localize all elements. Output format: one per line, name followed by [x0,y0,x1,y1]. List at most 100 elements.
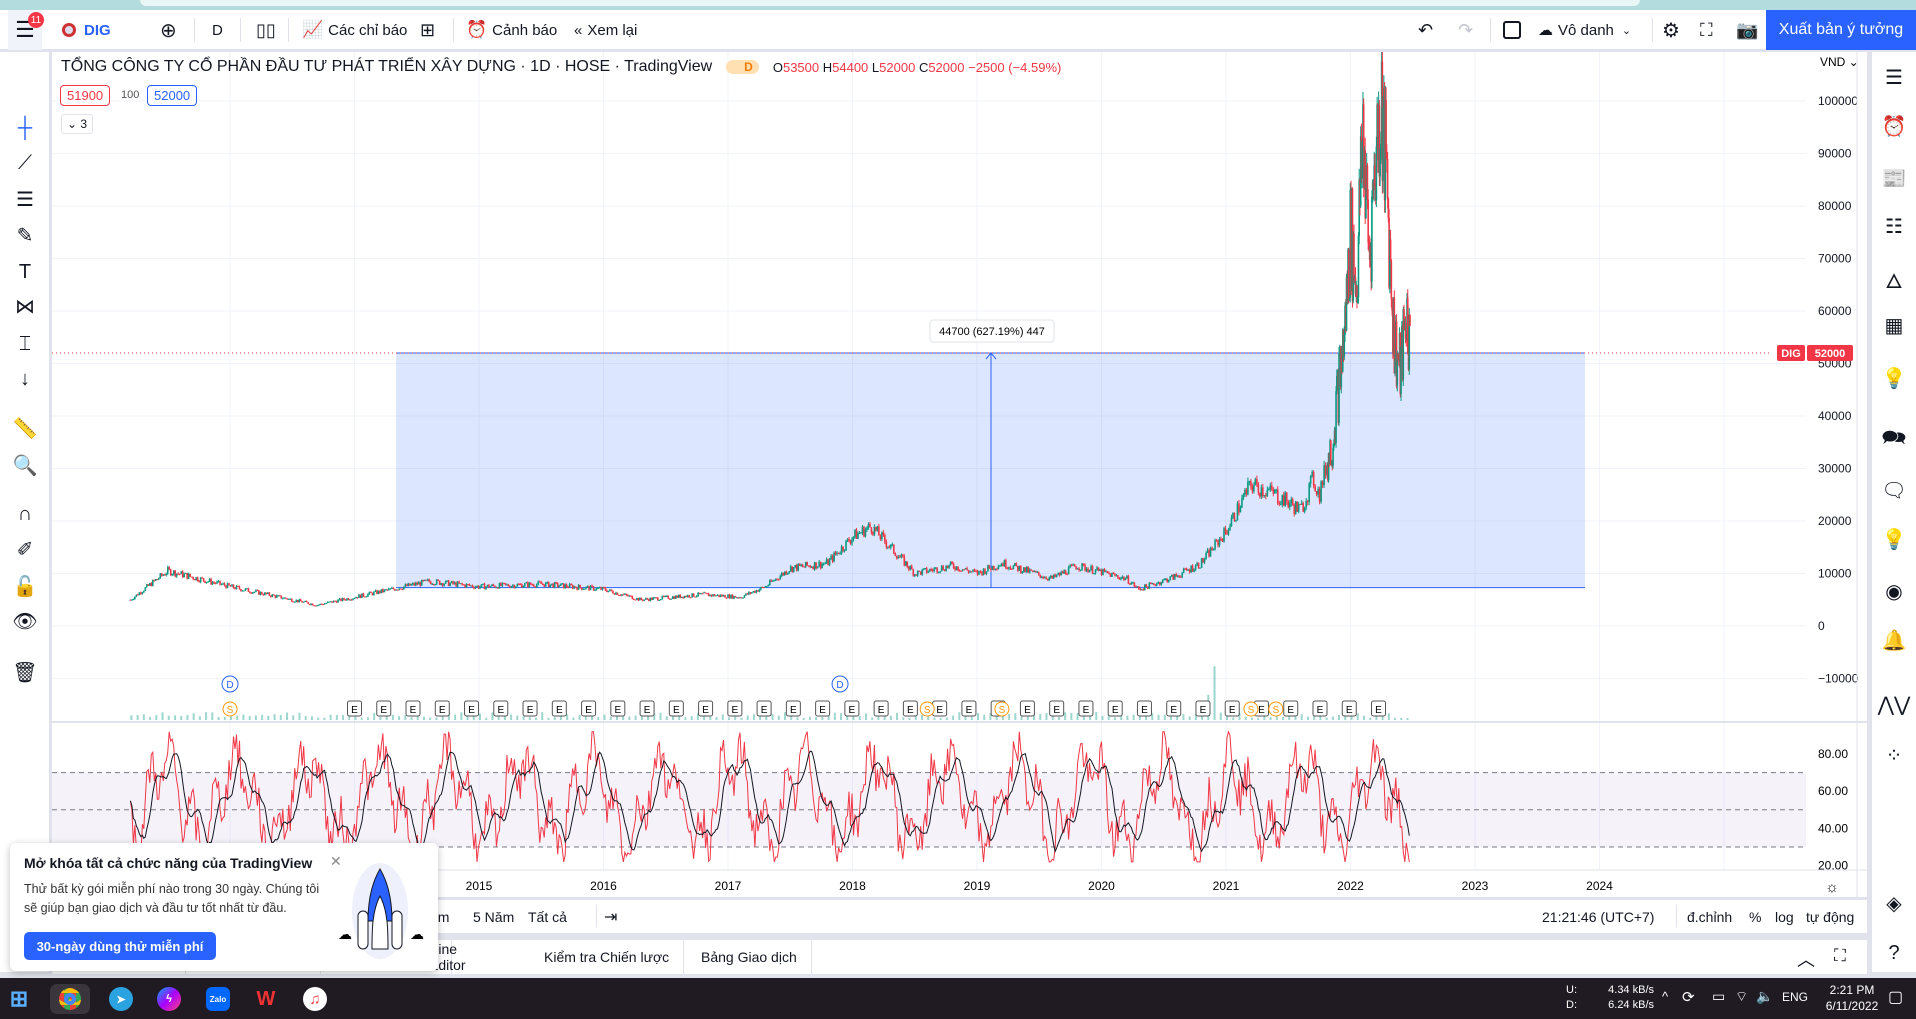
tray-overflow-button[interactable]: ^ [1662,989,1668,1004]
symbol-search[interactable]: DIG [62,10,111,50]
maximize-panel-button[interactable]: ⛶ [1834,946,1846,966]
interval-button[interactable]: D [212,10,223,50]
candle [286,598,289,600]
indicators-button[interactable]: 📈 Các chỉ báo [302,10,407,50]
sync-tray-icon[interactable]: ⟳ [1682,988,1695,1006]
calendar-button[interactable]: ▦ [1879,310,1909,340]
candle [295,599,298,602]
dom-button[interactable]: ⁘ [1879,740,1909,770]
chats-button[interactable]: 🗪 [1879,425,1909,455]
candle [562,583,565,589]
chrome-taskbar-button[interactable] [50,984,90,1014]
close-popup-button[interactable]: ✕ [330,853,342,870]
visibility-tool[interactable]: 👁 [10,607,40,635]
stay-drawing-tool[interactable]: ✐ [10,535,40,563]
trendline-tool[interactable]: ⟋ [10,149,40,177]
replay-button[interactable]: «Xem lại [574,10,637,50]
pattern-tool[interactable]: ⋈ [10,292,40,320]
candle [988,565,991,569]
messages-button[interactable]: 🗨 [1879,475,1909,505]
compare-button[interactable]: ⊕ [160,10,177,50]
adjust-toggle[interactable]: đ.chỉnh [1687,909,1732,925]
hotlists-button[interactable]: 🜂 [1879,264,1909,294]
zoom-tool[interactable]: 🔍 [10,451,40,479]
clock[interactable]: 21:21:46 (UTC+7) [1542,909,1654,925]
log-toggle[interactable]: log [1775,909,1794,925]
range-all-button[interactable]: Tất cả [528,909,567,925]
fullscreen-button[interactable]: ⛶ [1700,10,1713,50]
measure-tool[interactable]: ⌶ [10,330,40,358]
brush-tool[interactable]: ✎ [10,221,40,249]
help-button[interactable]: ? [1879,938,1909,968]
percent-toggle[interactable]: % [1749,909,1761,925]
browser-tab[interactable] [140,0,1640,6]
layers-button[interactable]: ◈ [1879,888,1909,918]
lock-tool[interactable]: 🔓 [10,572,40,600]
notifications-button[interactable]: 🔔 [1879,625,1909,655]
market-status-badge[interactable]: D [726,60,759,74]
language-indicator[interactable]: ENG [1782,990,1808,1004]
layout-button[interactable] [1503,10,1521,50]
indicators-collapse-button[interactable]: ⌄ 3 [61,114,94,134]
itunes-taskbar-button[interactable]: ♫ [300,984,330,1014]
calendar-icon: ▦ [1884,314,1904,337]
alerts-button[interactable]: ⏰ Cảnh báo [466,10,557,50]
undo-button[interactable]: ↶ [1418,10,1433,50]
volume-icon[interactable]: 🔈 [1756,988,1773,1005]
candle [1155,583,1158,586]
templates-button[interactable]: ⊞ [420,10,435,50]
candle [1233,513,1236,521]
crosshair-tool[interactable]: ┼ [10,114,40,142]
messenger-taskbar-button[interactable]: ϟ [154,984,184,1014]
arrow-tool[interactable]: ↓ [10,365,40,393]
magnet-tool[interactable]: ∩ [10,500,40,528]
order-panel-button[interactable]: ⋀⋁ [1878,689,1911,719]
settings-button[interactable]: ⚙ [1662,10,1680,50]
buy-button[interactable]: 52000 [147,85,198,106]
alerts-panel-button[interactable]: ⏰ [1879,111,1909,141]
volume-bar [784,712,787,720]
publish-idea-button[interactable]: Xuất bản ý tưởng [1766,10,1916,50]
ideas-button[interactable]: 💡 [1879,363,1909,393]
ruler-tool[interactable]: 📏 [10,414,40,442]
telegram-taskbar-button[interactable]: ➤ [106,984,136,1014]
tab-strategy-tester[interactable]: Kiểm tra Chiến lược [530,940,685,974]
news-button[interactable]: 📰 [1879,163,1909,193]
candle [948,564,950,568]
sell-button[interactable]: 51900 [60,85,111,106]
candle [186,573,188,579]
auto-toggle[interactable]: tự động [1806,909,1854,925]
pencil-lock-icon: ✐ [16,538,34,561]
tab-trading-panel[interactable]: Bảng Giao dịch [687,940,812,974]
candle [854,529,856,537]
text-tool[interactable]: T [10,258,40,286]
snapshot-button[interactable]: 📷 [1736,10,1758,50]
candle [636,598,638,600]
expand-panel-button[interactable]: ︿ [1797,946,1815,972]
fib-tool[interactable]: ☰ [10,185,40,213]
notification-center-button[interactable]: ▢ [1888,987,1903,1007]
ideas-stream-button[interactable]: 💡 [1879,524,1909,554]
candle [556,582,559,587]
candle [350,599,353,601]
wifi-icon[interactable]: ⌔ [1735,988,1748,1006]
layout-name-dropdown[interactable]: ☁ Vô danh ⌄ [1538,10,1631,50]
streams-button[interactable]: ◉ [1879,576,1909,606]
clock-tray[interactable]: 2:21 PM 6/11/2022 [1822,982,1882,1014]
candle [267,592,269,594]
chart-svg[interactable]: VND ⌄10000090000800007000060000500004000… [52,47,1867,897]
redo-button[interactable]: ↷ [1458,10,1473,50]
watchlist-button[interactable]: ☰ [1879,62,1909,92]
start-button[interactable]: ⊞ [4,984,34,1014]
candle [241,590,244,592]
goto-date-button[interactable]: ⇥ [604,907,617,927]
chart-type-button[interactable]: ▯▯ [256,10,276,50]
battery-icon[interactable]: ▭ [1712,988,1725,1005]
chart-area[interactable]: VND ⌄ 100000 90000 80000 70000 60000 50000 4000… [52,47,1867,897]
free-trial-button[interactable]: 30-ngày dùng thử miễn phí [24,932,216,960]
delete-tool[interactable]: 🗑 [10,658,40,686]
zalo-taskbar-button[interactable]: Zalo [203,984,233,1014]
range-5y-button[interactable]: 5 Năm [473,909,514,925]
wps-taskbar-button[interactable]: W [251,984,281,1014]
data-window-button[interactable]: ☷ [1879,211,1909,241]
